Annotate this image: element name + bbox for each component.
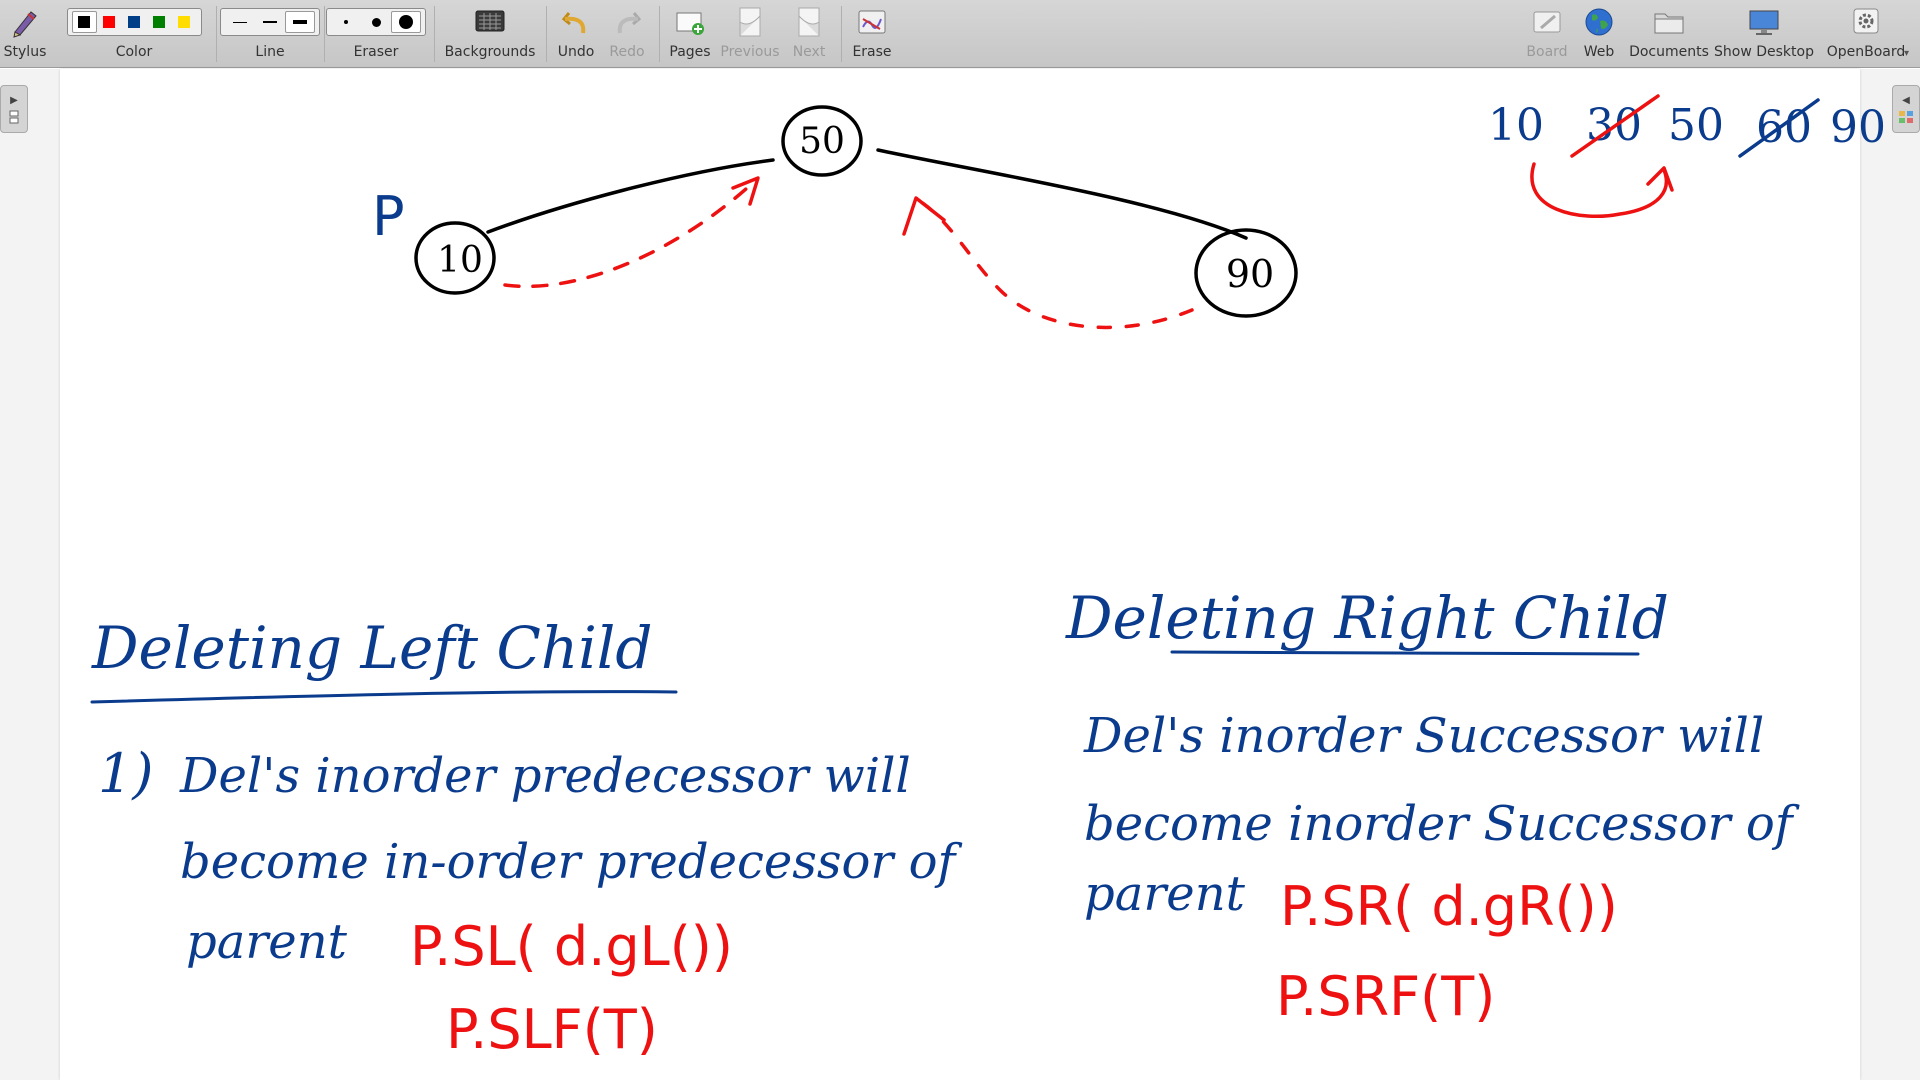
left-line-1: Del's inorder predecessor will [179,748,911,804]
right-line-3: parent [1084,866,1246,922]
left-code-2: P.SLF(T) [446,998,658,1061]
thread-left-to-root [503,178,758,289]
right-line-2: become inorder Successor of [1084,796,1800,852]
node-right-value: 90 [1226,252,1274,296]
right-heading: Deleting Right Child [1065,584,1669,652]
ink-layer: 50 10 90 P 10 30 50 60 90 Deleting Left … [90,94,1886,1061]
swap-arrow [1530,162,1669,218]
thread-right-to-root [916,198,1194,330]
right-heading-underline [1170,650,1640,656]
right-note: Deleting Right Child Del's inorder Succe… [1065,584,1800,1028]
inorder-sequence: 10 30 50 60 90 [1488,94,1886,218]
left-item-number: 1) [98,742,153,805]
left-heading: Deleting Left Child [91,614,653,682]
left-heading-underline [90,690,678,704]
left-note: Deleting Left Child 1) Del's inorder pre… [90,614,963,1061]
arrowhead [902,196,946,236]
edge-root-right [876,148,1248,240]
left-line-3: parent [186,914,348,970]
arrowhead [1646,166,1674,192]
node-root: 50 [781,105,863,177]
thread-arrows [503,176,1194,330]
node-left: 10 [414,221,496,295]
sequence-item: 90 [1830,102,1886,153]
sequence-item: 50 [1668,100,1724,151]
node-left-value: 10 [437,240,483,281]
tree-edges [486,148,1248,240]
right-code-2: P.SRF(T) [1276,965,1495,1028]
sequence-item: 10 [1488,100,1544,151]
right-code-1: P.SR( d.gR()) [1280,875,1618,938]
edge-root-left [486,158,775,234]
right-line-1: Del's inorder Successor will [1083,708,1764,764]
node-root-value: 50 [799,121,845,162]
left-line-2: become in-order predecessor of [180,834,963,890]
parent-label: P [372,185,405,248]
node-right: 90 [1194,228,1298,318]
left-code-1: P.SL( d.gL()) [410,915,733,978]
